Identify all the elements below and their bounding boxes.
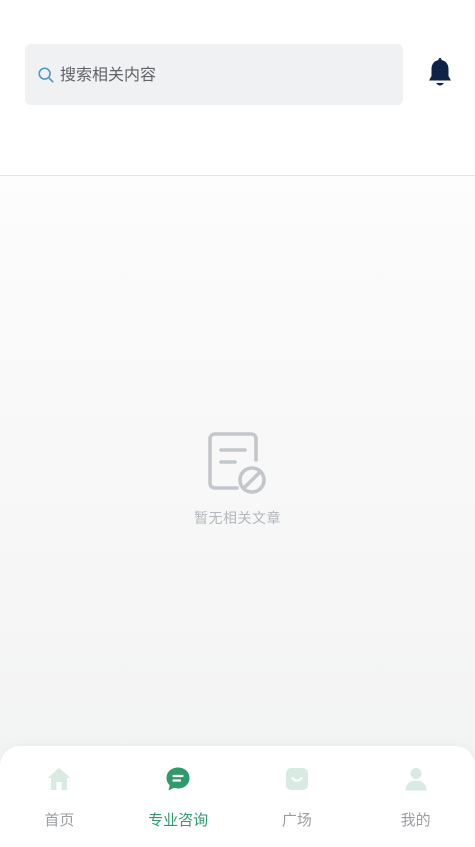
- app-screen: 暂无相关文章 首页 专业咨询 广场: [0, 0, 475, 847]
- empty-state: 暂无相关文章: [0, 430, 475, 528]
- no-articles-icon: [207, 432, 266, 494]
- tab-consult-label: 专业咨询: [148, 811, 209, 829]
- tab-home[interactable]: 首页: [0, 746, 119, 847]
- plaza-icon: [285, 768, 308, 790]
- tab-profile-label: 我的: [400, 811, 431, 829]
- search-bar[interactable]: [25, 44, 403, 105]
- profile-icon: [405, 768, 427, 791]
- tab-plaza[interactable]: 广场: [238, 746, 357, 847]
- header: [0, 0, 475, 176]
- bell-icon[interactable]: [426, 57, 454, 89]
- chat-icon: [166, 767, 190, 791]
- bottom-tab-bar: 首页 专业咨询 广场 我的: [0, 746, 475, 847]
- search-icon: [38, 66, 54, 83]
- search-input[interactable]: [60, 65, 380, 84]
- home-icon: [47, 768, 71, 790]
- empty-message: 暂无相关文章: [194, 511, 281, 527]
- tab-profile[interactable]: 我的: [356, 746, 475, 847]
- tab-consult[interactable]: 专业咨询: [119, 746, 238, 847]
- tab-plaza-label: 广场: [281, 811, 312, 829]
- tab-home-label: 首页: [44, 811, 75, 829]
